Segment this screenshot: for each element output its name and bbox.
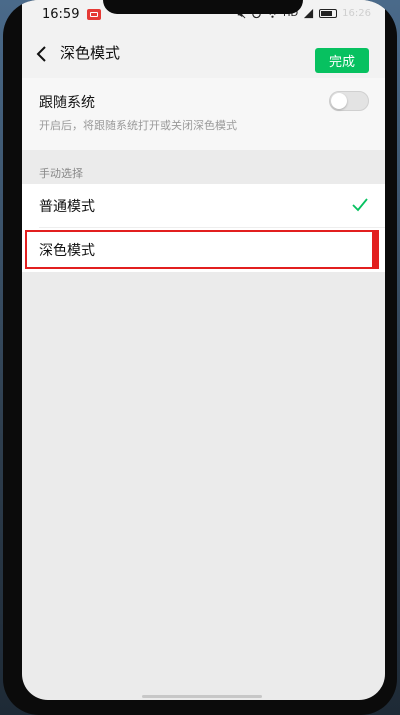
follow-system-description: 开启后，将跟随系统打开或关闭深色模式: [39, 119, 237, 132]
follow-system-row: 跟随系统 开启后，将跟随系统打开或关闭深色模式: [22, 78, 385, 150]
toggle-knob: [331, 93, 347, 109]
option-label: 普通模式: [39, 199, 95, 215]
screen: 16:59 HD: [22, 0, 385, 700]
check-icon: [352, 198, 368, 212]
home-indicator: [142, 695, 262, 698]
highlight-annotation-bar: [372, 230, 379, 269]
battery-icon: [319, 9, 338, 18]
status-clock: 16:26: [342, 8, 371, 19]
highlight-annotation-box: [25, 230, 377, 269]
signal-icon: [304, 8, 314, 19]
follow-system-toggle[interactable]: [329, 91, 369, 111]
done-button[interactable]: 完成: [315, 48, 369, 73]
camera-notch: [103, 0, 303, 14]
header: 深色模式 完成: [22, 30, 385, 78]
status-time: 16:59: [42, 7, 80, 22]
back-icon[interactable]: [32, 44, 52, 64]
notification-app-icon: [87, 9, 101, 20]
section-label-manual: 手动选择: [39, 167, 83, 180]
follow-system-label: 跟随系统: [39, 95, 95, 111]
option-normal-mode[interactable]: 普通模式: [22, 184, 385, 228]
phone-frame: 16:59 HD: [3, 0, 397, 715]
page-title: 深色模式: [60, 44, 121, 62]
